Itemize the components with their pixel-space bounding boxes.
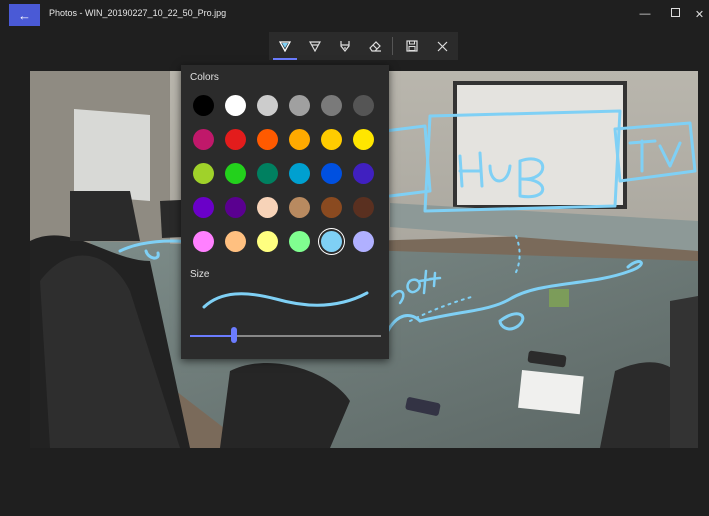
window-title: Photos - WIN_20190227_10_22_50_Pro.jpg (49, 8, 227, 18)
color-swatch[interactable] (321, 95, 342, 116)
color-swatch[interactable] (257, 197, 278, 218)
color-swatch[interactable] (193, 163, 214, 184)
close-window-button[interactable]: ✕ (690, 3, 709, 25)
save-copy-button[interactable] (397, 32, 427, 60)
stroke-size-preview (202, 291, 369, 309)
color-swatch[interactable] (225, 95, 246, 116)
color-swatch[interactable] (193, 129, 214, 150)
color-swatch[interactable] (193, 95, 214, 116)
color-swatch[interactable] (321, 231, 342, 252)
close-ink-button[interactable] (427, 32, 457, 60)
color-swatch[interactable] (257, 231, 278, 252)
color-swatch[interactable] (225, 129, 246, 150)
minimize-button[interactable]: — (632, 3, 658, 25)
color-swatch[interactable] (193, 197, 214, 218)
color-swatch[interactable] (225, 197, 246, 218)
color-swatch[interactable] (225, 231, 246, 252)
color-swatch[interactable] (257, 95, 278, 116)
close-icon: ✕ (694, 8, 705, 21)
color-swatch[interactable] (289, 197, 310, 218)
ink-toolbar (269, 32, 458, 60)
color-swatch[interactable] (321, 163, 342, 184)
color-swatch[interactable] (321, 197, 342, 218)
color-swatch[interactable] (289, 163, 310, 184)
color-swatch[interactable] (257, 129, 278, 150)
color-swatch[interactable] (225, 163, 246, 184)
eraser-icon (368, 41, 381, 52)
color-swatch[interactable] (353, 129, 374, 150)
color-swatch[interactable] (289, 95, 310, 116)
color-swatch[interactable] (289, 231, 310, 252)
minimize-icon: — (639, 8, 651, 20)
color-swatch[interactable] (289, 129, 310, 150)
color-swatch[interactable] (353, 231, 374, 252)
color-swatch[interactable] (257, 163, 278, 184)
save-icon (406, 40, 418, 52)
color-swatch[interactable] (353, 163, 374, 184)
color-swatch[interactable] (353, 197, 374, 218)
size-slider-thumb[interactable] (230, 327, 237, 343)
size-slider-fill (190, 335, 234, 337)
pencil-icon (309, 41, 321, 52)
eraser-button[interactable] (360, 32, 390, 60)
color-swatch[interactable] (321, 129, 342, 150)
calligraphy-pen-icon (340, 41, 350, 52)
colors-label: Colors (190, 72, 219, 83)
color-swatch[interactable] (193, 231, 214, 252)
size-label: Size (190, 269, 210, 280)
close-icon (437, 41, 447, 51)
maximize-icon (670, 8, 680, 20)
title-bar: ← Photos - WIN_20190227_10_22_50_Pro.jpg… (0, 0, 709, 28)
maximize-button[interactable] (662, 3, 688, 25)
color-swatch[interactable] (353, 95, 374, 116)
ink-color-flyout: Colors Size (181, 65, 389, 359)
ballpoint-pen-icon (279, 41, 291, 52)
pencil-button[interactable] (300, 32, 330, 60)
arrow-left-icon: ← (18, 7, 31, 23)
back-button[interactable]: ← (9, 4, 40, 26)
toolbar-separator (392, 37, 393, 55)
ballpoint-pen-button[interactable] (270, 32, 300, 60)
calligraphy-pen-button[interactable] (330, 32, 360, 60)
